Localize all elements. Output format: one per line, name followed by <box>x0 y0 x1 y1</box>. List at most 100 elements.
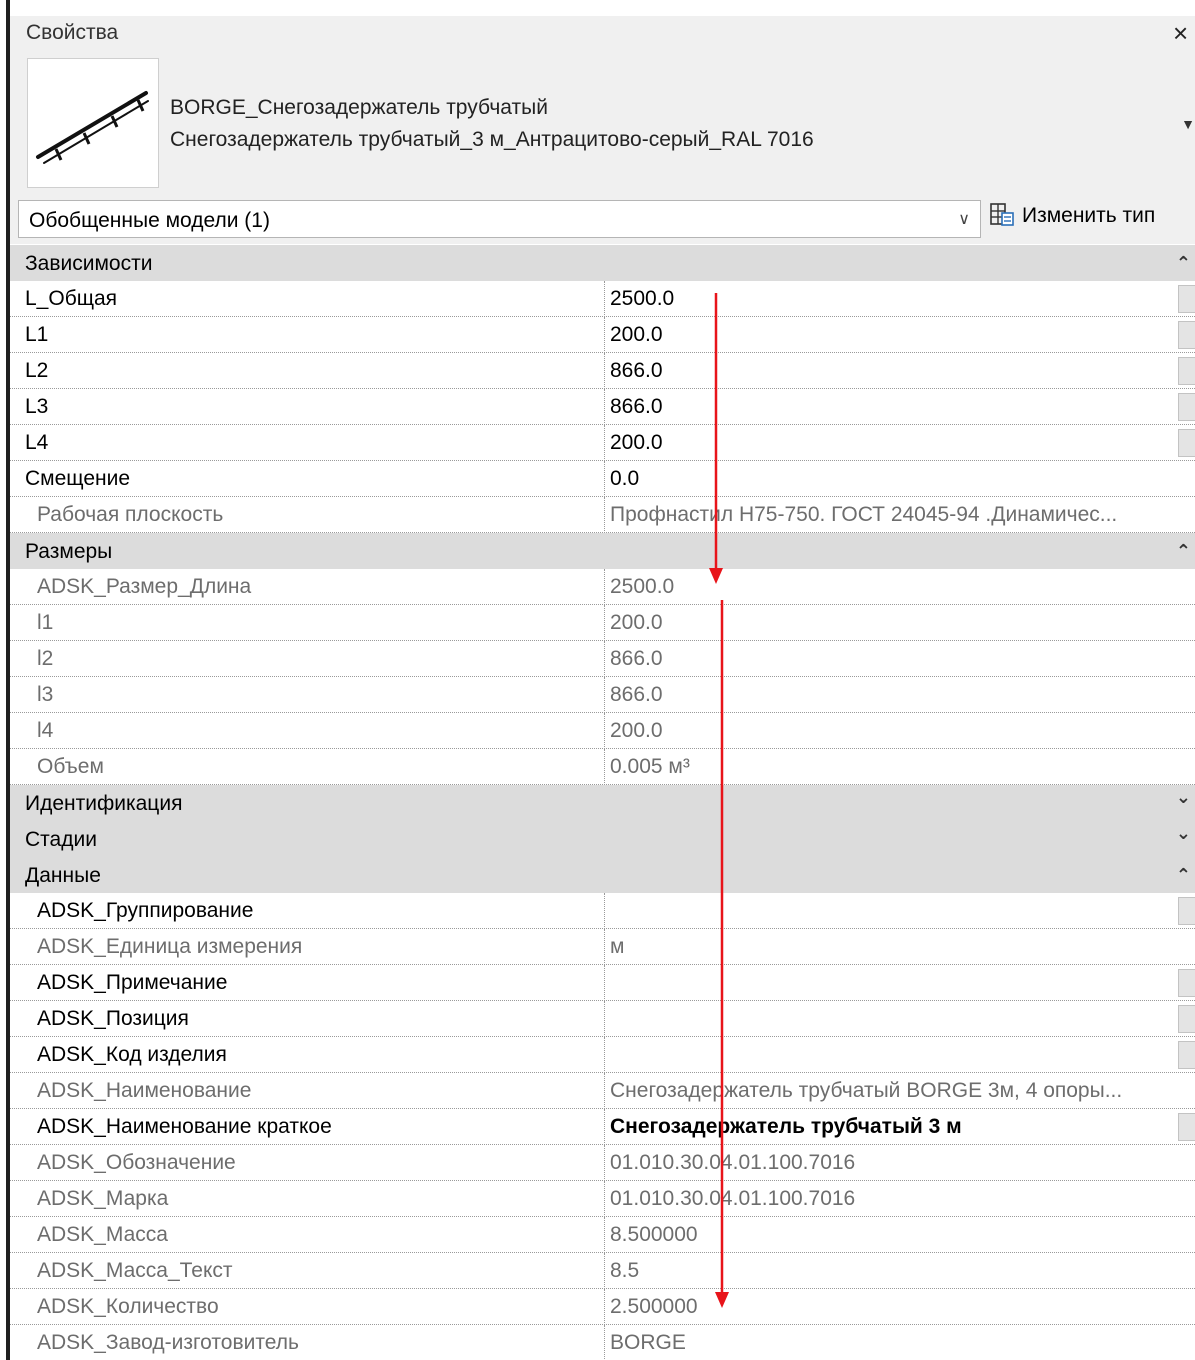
property-value[interactable]: 200.0 <box>604 317 1171 353</box>
group-header[interactable]: Зависимости ⌃ <box>10 245 1195 281</box>
property-value: м <box>604 929 1171 965</box>
property-name: ADSK_Наименование краткое <box>37 1115 332 1138</box>
group-header[interactable]: Идентификация ⌄ <box>10 785 1195 821</box>
property-row: ADSK_Наименование Снегозадержатель трубча… <box>10 1073 1195 1109</box>
property-name: L_Общая <box>25 287 118 310</box>
property-row[interactable]: Смещение 0.0 <box>10 461 1195 497</box>
property-name: ADSK_Обозначение <box>37 1151 236 1174</box>
property-value[interactable]: 866.0 <box>604 353 1171 389</box>
property-row[interactable]: L4 200.0 <box>10 425 1195 461</box>
double-chevron-down-icon[interactable]: ⌄ <box>1176 787 1191 808</box>
property-value: 200.0 <box>604 605 1171 641</box>
property-value: BORGE <box>604 1325 1171 1360</box>
group-header[interactable]: Данные ⌃ <box>10 857 1195 893</box>
property-row: ADSK_Марка 01.010.30.04.01.100.7016 <box>10 1181 1195 1217</box>
property-name: L1 <box>25 323 49 346</box>
close-icon[interactable]: × <box>1173 18 1195 49</box>
property-row[interactable]: ADSK_Наименование краткое Снегозадержател… <box>10 1109 1195 1145</box>
property-value[interactable]: 2500.0 <box>604 281 1171 317</box>
property-value: 866.0 <box>604 677 1171 713</box>
property-row: ADSK_Обозначение 01.010.30.04.01.100.7016 <box>10 1145 1195 1181</box>
property-name: l4 <box>37 719 54 742</box>
parameter-button[interactable] <box>1178 429 1195 457</box>
parameter-button[interactable] <box>1178 1113 1195 1141</box>
property-value: Снегозадержатель трубчатый BORGE 3м, 4 о… <box>604 1073 1171 1109</box>
property-name: ADSK_Наименование <box>37 1079 252 1102</box>
property-value[interactable] <box>604 965 1171 1001</box>
group-label: Идентификация <box>25 792 183 815</box>
double-chevron-up-icon[interactable]: ⌃ <box>1176 865 1191 886</box>
parameter-button[interactable] <box>1178 393 1195 421</box>
parameter-button[interactable] <box>1178 285 1195 313</box>
property-value[interactable]: 0.0 <box>604 461 1171 497</box>
properties-palette: Свойства × BORGE_Снегозадержатель трубча… <box>0 0 1195 1360</box>
type-preview-image <box>27 58 159 188</box>
property-row[interactable]: ADSK_Примечание <box>10 965 1195 1001</box>
property-value[interactable] <box>604 1037 1171 1073</box>
property-row[interactable]: L1 200.0 <box>10 317 1195 353</box>
property-value[interactable]: 200.0 <box>604 425 1171 461</box>
property-name: ADSK_Размер_Длина <box>37 575 252 598</box>
property-value: 01.010.30.04.01.100.7016 <box>604 1181 1171 1217</box>
property-value[interactable]: 866.0 <box>604 389 1171 425</box>
double-chevron-down-icon[interactable]: ⌄ <box>1176 823 1191 844</box>
type-family-name: BORGE_Снегозадержатель трубчатый <box>170 96 548 119</box>
property-name: ADSK_Масса <box>37 1223 168 1246</box>
property-value: 8.500000 <box>604 1217 1171 1253</box>
selection-filter-row: Обобщенные модели (1) ∨ Изменить тип <box>10 194 1195 244</box>
parameter-button[interactable] <box>1178 969 1195 997</box>
property-value[interactable]: Снегозадержатель трубчатый 3 м <box>604 1109 1171 1145</box>
property-value: 2500.0 <box>604 569 1171 605</box>
palette-titlebar[interactable]: Свойства × <box>10 16 1195 52</box>
snow-guard-icon <box>36 91 149 164</box>
group-header[interactable]: Стадии ⌄ <box>10 821 1195 857</box>
double-chevron-up-icon[interactable]: ⌃ <box>1176 253 1191 274</box>
property-value[interactable] <box>604 893 1171 929</box>
group-header[interactable]: Размеры ⌃ <box>10 533 1195 569</box>
property-name: ADSK_Единица измерения <box>37 935 303 958</box>
property-value: 01.010.30.04.01.100.7016 <box>604 1145 1171 1181</box>
property-row: ADSK_Единица измерения м <box>10 929 1195 965</box>
property-row: l3 866.0 <box>10 677 1195 713</box>
property-name: ADSK_Позиция <box>37 1007 189 1030</box>
property-row[interactable]: ADSK_Код изделия <box>10 1037 1195 1073</box>
property-row[interactable]: L2 866.0 <box>10 353 1195 389</box>
parameter-button[interactable] <box>1178 897 1195 925</box>
property-name: Объем <box>37 755 104 778</box>
property-value[interactable] <box>604 1001 1171 1037</box>
property-row: ADSK_Завод-изготовитель BORGE <box>10 1325 1195 1360</box>
property-row[interactable]: ADSK_Позиция <box>10 1001 1195 1037</box>
edit-type-icon <box>990 203 1014 226</box>
chevron-down-icon[interactable]: ∨ <box>958 209 970 229</box>
group-label: Зависимости <box>25 252 153 275</box>
property-row[interactable]: L_Общая 2500.0 <box>10 281 1195 317</box>
type-name: Снегозадержатель трубчатый_3 м_Антрацито… <box>170 128 814 151</box>
property-name: l3 <box>37 683 54 706</box>
property-row[interactable]: L3 866.0 <box>10 389 1195 425</box>
property-row[interactable]: ADSK_Группирование <box>10 893 1195 929</box>
property-row: ADSK_Масса_Текст 8.5 <box>10 1253 1195 1289</box>
group-label: Стадии <box>25 828 97 851</box>
type-selector[interactable]: BORGE_Снегозадержатель трубчатый Снегоза… <box>10 52 1195 194</box>
parameter-button[interactable] <box>1178 1005 1195 1033</box>
property-row: ADSK_Масса 8.500000 <box>10 1217 1195 1253</box>
selection-filter-dropdown[interactable]: Обобщенные модели (1) ∨ <box>18 200 981 238</box>
property-row: Рабочая плоскость Профнастил Н75-750. ГОС… <box>10 497 1195 533</box>
property-name: l2 <box>37 647 54 670</box>
parameter-button[interactable] <box>1178 1041 1195 1069</box>
double-chevron-up-icon[interactable]: ⌃ <box>1176 541 1191 562</box>
property-row: ADSK_Количество 2.500000 <box>10 1289 1195 1325</box>
palette-title: Свойства <box>26 21 119 44</box>
parameter-button[interactable] <box>1178 357 1195 385</box>
edit-type-button[interactable]: Изменить тип <box>990 202 1155 236</box>
property-name: ADSK_Завод-изготовитель <box>37 1331 299 1354</box>
property-row: l1 200.0 <box>10 605 1195 641</box>
property-value: 2.500000 <box>604 1289 1171 1325</box>
property-name: ADSK_Код изделия <box>37 1043 227 1066</box>
property-name: ADSK_Группирование <box>37 899 254 922</box>
property-name: L3 <box>25 395 49 418</box>
parameter-button[interactable] <box>1178 321 1195 349</box>
property-row: ADSK_Размер_Длина 2500.0 <box>10 569 1195 605</box>
property-value: 0.005 м³ <box>604 749 1171 785</box>
type-dropdown-icon[interactable]: ▼ <box>1181 116 1195 132</box>
